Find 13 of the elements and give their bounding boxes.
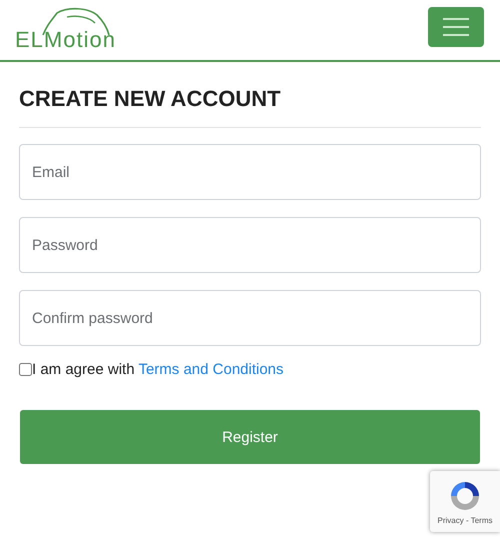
- input-field[interactable]: Email: [19, 144, 481, 200]
- menu-button[interactable]: [428, 7, 484, 47]
- terms-link[interactable]: Terms and Conditions: [138, 361, 284, 378]
- privacy-terms-link[interactable]: Privacy - Terms: [438, 516, 492, 525]
- input-field[interactable]: Password: [19, 217, 481, 273]
- input-field[interactable]: Confirm password: [19, 290, 481, 346]
- logo[interactable]: ELMotion: [15, 5, 130, 55]
- logo-text: ELMotion: [15, 27, 116, 53]
- agree-text: I am agree with Terms and Conditions: [32, 361, 284, 378]
- register-button[interactable]: Register: [20, 410, 480, 464]
- menu-icon: [443, 17, 469, 37]
- agree-checkbox[interactable]: [19, 363, 32, 376]
- form-title: CREATE NEW ACCOUNT: [19, 86, 282, 112]
